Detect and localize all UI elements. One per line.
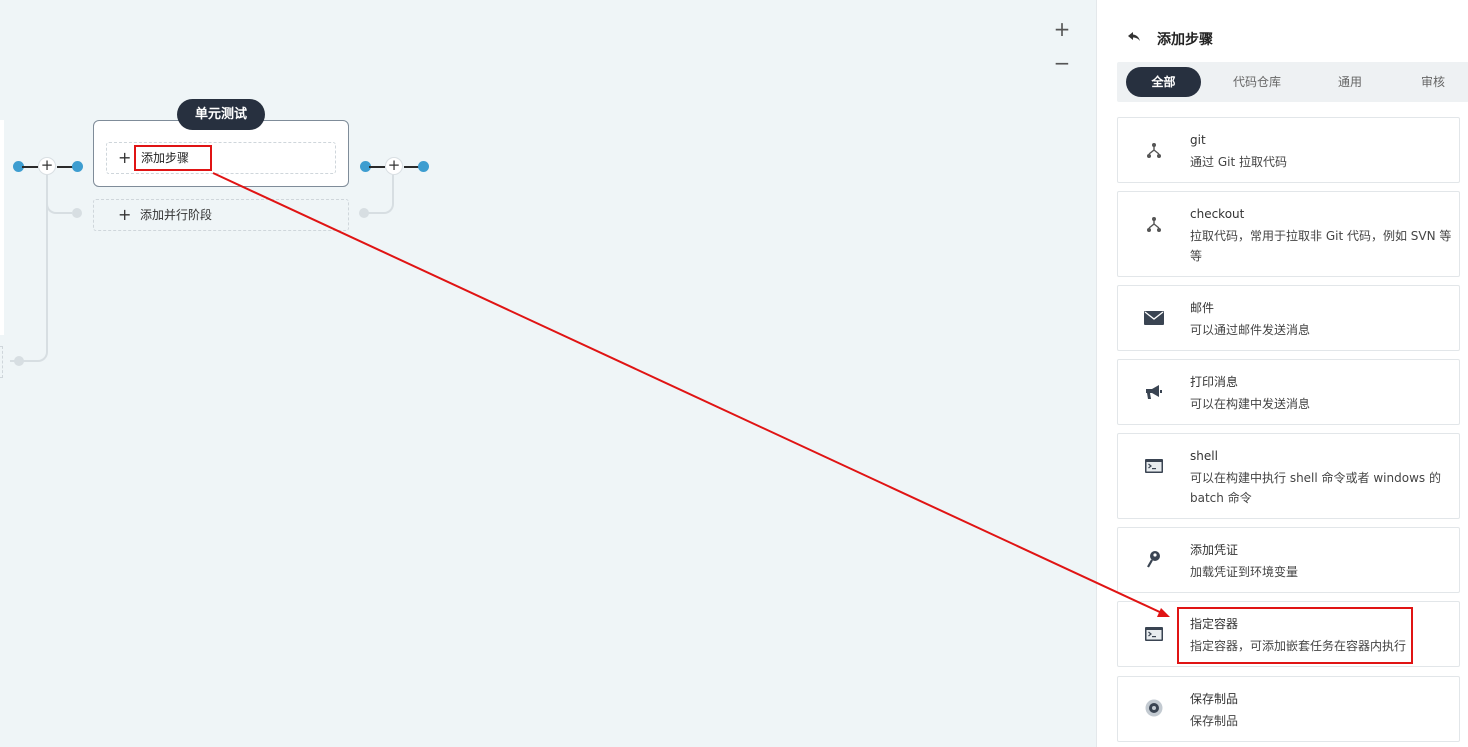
step-item-credential[interactable]: 添加凭证 加载凭证到环境变量 — [1117, 527, 1460, 593]
highlight-box-container — [1177, 607, 1413, 664]
terminal-icon — [1145, 627, 1163, 641]
tab-general[interactable]: 通用 — [1315, 67, 1385, 97]
category-tabs: 全部 代码仓库 通用 审核 — [1117, 62, 1468, 102]
connector-line — [369, 166, 385, 168]
parallel-branch-line — [46, 175, 72, 214]
step-item-name: 邮件 — [1190, 301, 1215, 315]
panel-title: 添加步骤 — [1157, 32, 1213, 48]
git-branch-icon — [1147, 217, 1161, 232]
parallel-node-dot — [72, 208, 82, 218]
canvas-edge-strip — [0, 120, 4, 335]
add-stage-right-button[interactable]: + — [385, 157, 403, 175]
terminal-icon — [1145, 459, 1163, 473]
tab-review[interactable]: 审核 — [1403, 67, 1463, 97]
add-step-panel: 添加步骤 全部 代码仓库 通用 审核 git 通过 Git 拉取代码 check… — [1096, 0, 1468, 747]
connector-line — [22, 166, 38, 168]
pipeline-node-dot — [418, 161, 429, 172]
step-item-name: 打印消息 — [1190, 375, 1239, 389]
mail-icon — [1144, 311, 1164, 325]
parallel-node-dot — [14, 356, 24, 366]
step-item-mail[interactable]: 邮件 可以通过邮件发送消息 — [1117, 285, 1460, 351]
plus-icon: + — [118, 205, 132, 224]
step-item-desc: 拉取代码，常用于拉取非 Git 代码，例如 SVN 等等 — [1190, 229, 1452, 263]
step-item-desc: 通过 Git 拉取代码 — [1190, 155, 1287, 169]
step-item-print-message[interactable]: 打印消息 可以在构建中发送消息 — [1117, 359, 1460, 425]
step-item-save-artifact[interactable]: 保存制品 保存制品 — [1117, 676, 1460, 742]
step-item-desc: 可以在构建中发送消息 — [1190, 397, 1311, 411]
git-branch-icon — [1147, 143, 1161, 158]
highlight-box-add-step — [134, 145, 212, 171]
step-item-name: git — [1190, 133, 1206, 147]
branch-line — [10, 200, 48, 362]
key-icon — [1147, 551, 1160, 568]
step-item-desc: 加载凭证到环境变量 — [1190, 565, 1299, 579]
stage-title[interactable]: 单元测试 — [177, 99, 265, 130]
step-item-name: checkout — [1190, 207, 1245, 221]
tab-code-repo[interactable]: 代码仓库 — [1217, 67, 1297, 97]
zoom-in-button[interactable]: + — [1052, 19, 1072, 39]
step-item-desc: 可以通过邮件发送消息 — [1190, 323, 1311, 337]
pipeline-canvas[interactable]: + − + 单元测试 + 添加步骤 + 添加并行阶段 + — [0, 0, 1096, 747]
plus-icon: + — [118, 148, 132, 167]
step-item-desc: 保存制品 — [1190, 714, 1239, 728]
ghost-stage-box — [0, 346, 3, 378]
step-item-name: shell — [1190, 449, 1218, 463]
step-item-desc: 可以在构建中执行 shell 命令或者 windows 的 batch 命令 — [1190, 471, 1441, 505]
add-parallel-stage-label: 添加并行阶段 — [140, 208, 213, 222]
step-item-shell[interactable]: shell 可以在构建中执行 shell 命令或者 windows 的 batc… — [1117, 433, 1460, 519]
zoom-out-button[interactable]: − — [1052, 53, 1072, 73]
step-item-git[interactable]: git 通过 Git 拉取代码 — [1117, 117, 1460, 183]
add-stage-left-button[interactable]: + — [38, 157, 56, 175]
tab-all[interactable]: 全部 — [1126, 67, 1201, 97]
step-item-name: 保存制品 — [1190, 692, 1239, 706]
parallel-branch-line — [364, 175, 394, 214]
connector-line — [57, 166, 73, 168]
back-arrow-icon[interactable] — [1127, 30, 1141, 44]
disc-icon — [1145, 699, 1163, 717]
pipeline-node-dot — [72, 161, 83, 172]
step-item-checkout[interactable]: checkout 拉取代码，常用于拉取非 Git 代码，例如 SVN 等等 — [1117, 191, 1460, 277]
parallel-node-dot — [359, 208, 369, 218]
step-item-name: 添加凭证 — [1190, 543, 1239, 557]
megaphone-icon — [1146, 385, 1162, 399]
